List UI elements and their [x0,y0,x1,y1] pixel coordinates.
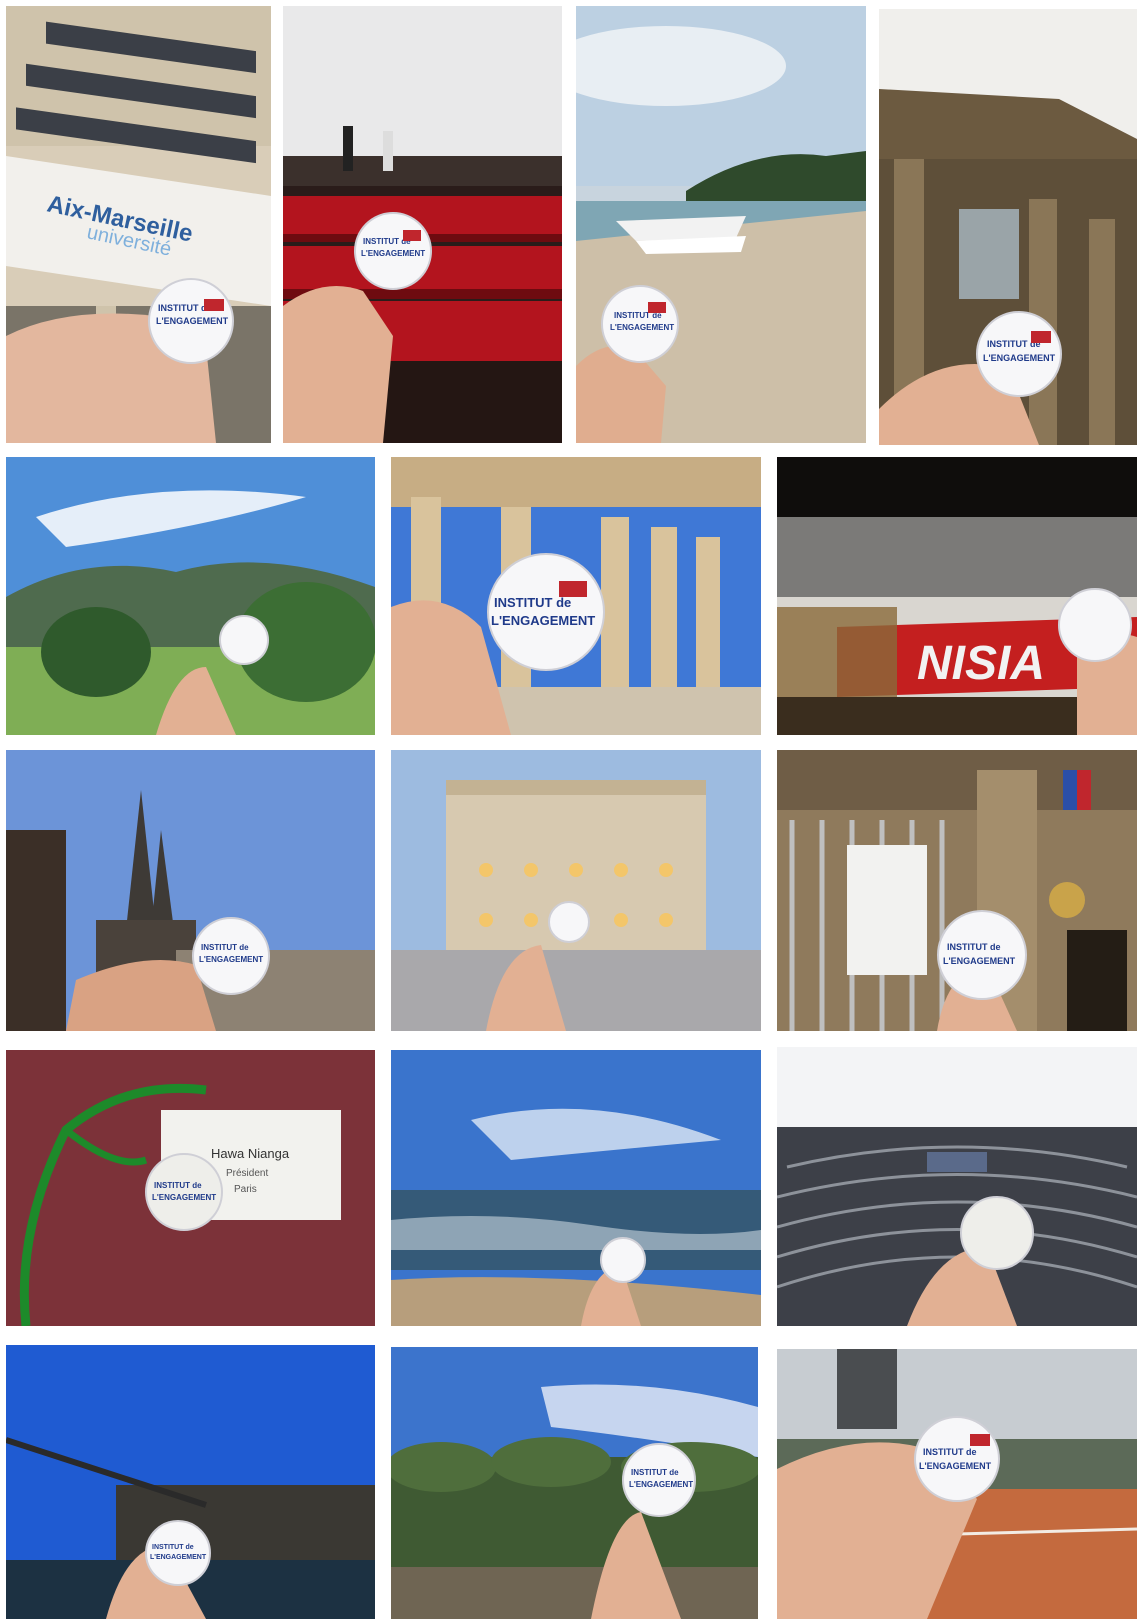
gallery-photo-palace-gate[interactable]: INSTITUT de L'ENGAGEMENT [777,750,1137,1031]
gallery-photo-aix-marseille[interactable]: Aix-Marseille université INSTITUT de L'E… [6,6,271,443]
badge-line2: L'ENGAGEMENT [156,316,229,326]
photo-cinema-image: INSTITUT de L'ENGAGEMENT [283,6,562,443]
name-badge-line3: Paris [234,1184,257,1195]
photo-parliament-image [777,1047,1137,1326]
badge-line1: INSTITUT de [494,595,571,610]
badge-line2: L'ENGAGEMENT [150,1554,207,1561]
photo-gallery: Aix-Marseille université INSTITUT de L'E… [0,0,1137,1619]
gallery-photo-mountains[interactable] [6,457,375,735]
photo-opera-image [391,750,761,1031]
gallery-photo-cinema[interactable]: INSTITUT de L'ENGAGEMENT [283,6,562,443]
photo-pantheon-image: INSTITUT de L'ENGAGEMENT [879,9,1137,445]
badge-line1: INSTITUT de [152,1544,194,1551]
badge-line2: L'ENGAGEMENT [199,955,263,964]
badge-line2: L'ENGAGEMENT [610,323,674,332]
photo-name-badge-image: Hawa Nianga Président Paris INSTITUT de … [6,1050,375,1326]
photo-mucem-image: INSTITUT de L'ENGAGEMENT [6,1345,375,1619]
gallery-photo-opera[interactable] [391,750,761,1031]
photo-mountains-image [6,457,375,735]
photo-beach-image: INSTITUT de L'ENGAGEMENT [576,6,866,443]
name-badge-line2: Président [226,1168,268,1179]
name-badge-name: Hawa Nianga [211,1146,290,1161]
badge-line1: INSTITUT de [923,1447,977,1457]
badge-line2: L'ENGAGEMENT [919,1461,992,1471]
badge-line1: INSTITUT de [201,943,249,952]
photo-park-image: INSTITUT de L'ENGAGEMENT [391,1347,758,1619]
gallery-photo-pantheon[interactable]: INSTITUT de L'ENGAGEMENT [879,9,1137,445]
photo-palace-gate-image: INSTITUT de L'ENGAGEMENT [777,750,1137,1031]
ship-name-text: NISIA [917,637,1045,690]
photo-aix-marseille-image: Aix-Marseille université INSTITUT de L'E… [6,6,271,443]
badge-line2: L'ENGAGEMENT [361,249,425,258]
photo-cathedral-image: INSTITUT de L'ENGAGEMENT [6,750,375,1031]
photo-parthenon-image: INSTITUT de L'ENGAGEMENT [391,457,761,735]
photo-tennis-image: INSTITUT de L'ENGAGEMENT [777,1349,1137,1619]
gallery-photo-cruise-ship[interactable]: NISIA [777,457,1137,735]
gallery-photo-beach[interactable]: INSTITUT de L'ENGAGEMENT [576,6,866,443]
gallery-photo-tennis[interactable]: INSTITUT de L'ENGAGEMENT [777,1349,1137,1619]
badge-line2: L'ENGAGEMENT [983,353,1056,363]
gallery-photo-parthenon[interactable]: INSTITUT de L'ENGAGEMENT [391,457,761,735]
badge-line2: L'ENGAGEMENT [152,1193,216,1202]
gallery-photo-name-badge[interactable]: Hawa Nianga Président Paris INSTITUT de … [6,1050,375,1326]
badge-line2: L'ENGAGEMENT [491,613,595,628]
badge-line1: INSTITUT de [947,942,1001,952]
gallery-photo-park[interactable]: INSTITUT de L'ENGAGEMENT [391,1347,758,1619]
photo-sea-image [391,1050,761,1326]
badge-line2: L'ENGAGEMENT [943,956,1016,966]
gallery-photo-mucem[interactable]: INSTITUT de L'ENGAGEMENT [6,1345,375,1619]
badge-line1: INSTITUT de [158,303,212,313]
photo-cruise-ship-image: NISIA [777,457,1137,735]
badge-line1: INSTITUT de [631,1468,679,1477]
gallery-photo-cathedral[interactable]: INSTITUT de L'ENGAGEMENT [6,750,375,1031]
badge-line1: INSTITUT de [154,1181,202,1190]
gallery-photo-parliament[interactable] [777,1047,1137,1326]
badge-line2: L'ENGAGEMENT [629,1480,693,1489]
gallery-photo-sea[interactable] [391,1050,761,1326]
